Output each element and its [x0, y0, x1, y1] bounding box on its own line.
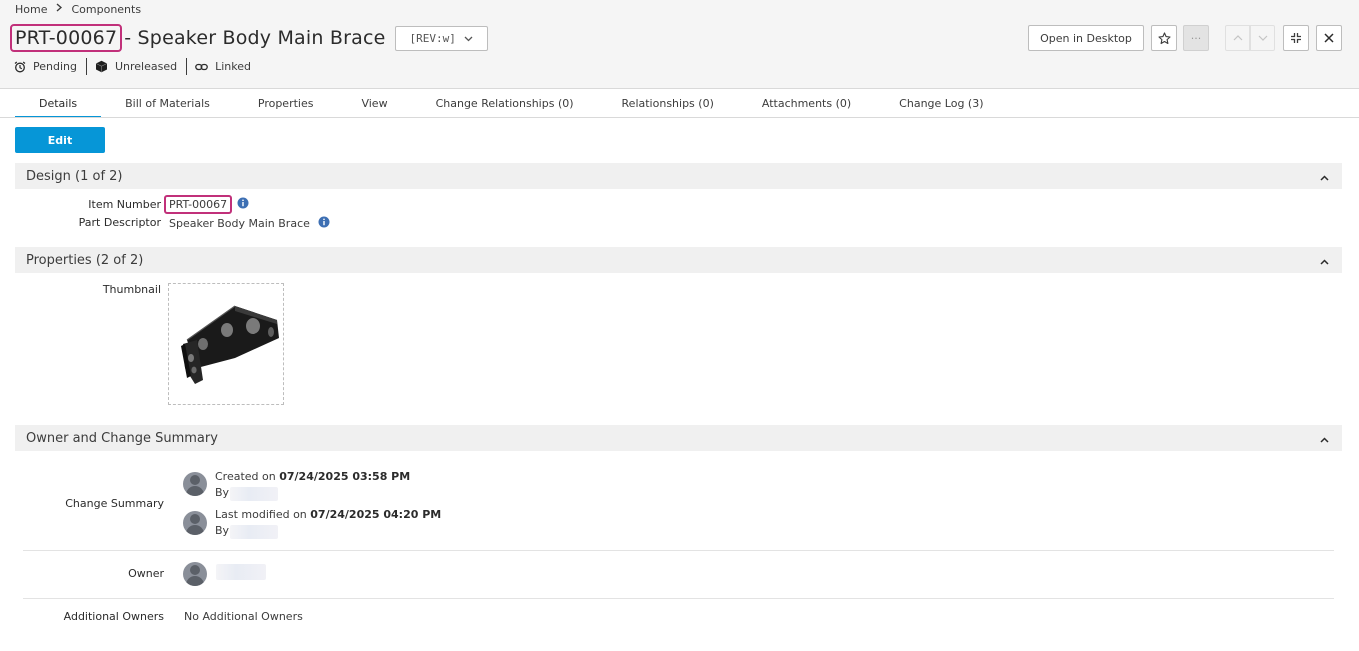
avatar — [183, 562, 207, 586]
tab-bar: Details Bill of Materials Properties Vie… — [15, 91, 1008, 118]
release-label: Unreleased — [114, 60, 178, 73]
chevron-down-icon — [1258, 35, 1267, 41]
page-title: PRT-00067 - Speaker Body Main Brace [REV… — [10, 23, 488, 53]
close-button[interactable] — [1316, 25, 1342, 51]
created-date: 07/24/2025 03:58 PM — [279, 470, 411, 483]
change-summary-label: Change Summary — [65, 497, 164, 510]
modified-date: 07/24/2025 04:20 PM — [310, 508, 442, 521]
tab-view[interactable]: View — [337, 91, 411, 118]
info-icon[interactable] — [318, 216, 330, 231]
owner-label: Owner — [128, 567, 164, 580]
item-number-value: PRT-00067 — [164, 195, 233, 214]
part-descriptor-field: Speaker Body Main Brace — [169, 216, 330, 231]
info-icon[interactable] — [237, 197, 249, 212]
chevron-right-icon — [56, 3, 63, 17]
next-item-button[interactable] — [1250, 25, 1275, 51]
created-by: By — [215, 486, 229, 499]
chevron-up-icon[interactable] — [1320, 170, 1329, 185]
redacted-user-name — [230, 525, 278, 539]
additional-owners-label: Additional Owners — [63, 610, 164, 623]
by-label: By — [215, 486, 230, 499]
avatar — [183, 472, 207, 496]
chevron-up-icon[interactable] — [1320, 432, 1329, 447]
additional-owners-value: No Additional Owners — [184, 610, 303, 623]
breadcrumb-components[interactable]: Components — [71, 3, 141, 17]
created-info: Created on 07/24/2025 03:58 PM — [215, 470, 410, 483]
item-number-label: Item Number — [88, 198, 161, 211]
divider — [85, 58, 87, 75]
cube-icon — [95, 60, 108, 73]
part-descriptor-value: Speaker Body Main Brace — [169, 217, 310, 230]
modified-info: Last modified on 07/24/2025 04:20 PM — [215, 508, 441, 521]
created-prefix: Created on — [215, 470, 276, 483]
part-descriptor-label: Part Descriptor — [78, 216, 161, 229]
release-status: Unreleased — [95, 60, 177, 73]
chevron-up-icon[interactable] — [1320, 254, 1329, 269]
divider — [186, 58, 188, 75]
section-owner-header[interactable]: Owner and Change Summary — [15, 425, 1342, 451]
status-row: Pending Unreleased Linked — [14, 58, 251, 75]
more-actions-button[interactable]: ··· — [1183, 25, 1209, 51]
tab-properties[interactable]: Properties — [234, 91, 338, 118]
lifecycle-status: Pending — [14, 60, 77, 73]
collapse-view-button[interactable] — [1283, 25, 1309, 51]
link-label: Linked — [215, 60, 251, 73]
breadcrumb: Home Components — [15, 3, 141, 17]
thumbnail-image[interactable] — [168, 283, 284, 405]
tab-bill-of-materials[interactable]: Bill of Materials — [101, 91, 234, 118]
item-title: - Speaker Body Main Brace — [124, 27, 386, 49]
tab-relationships[interactable]: Relationships (0) — [598, 91, 738, 118]
previous-item-button[interactable] — [1225, 25, 1250, 51]
divider — [23, 550, 1334, 551]
link-icon — [195, 63, 208, 70]
section-design-header[interactable]: Design (1 of 2) — [15, 163, 1342, 189]
chevron-down-icon — [464, 32, 473, 45]
revision-select[interactable]: [REV:w] — [394, 25, 488, 51]
by-label: By — [215, 524, 230, 537]
favorite-button[interactable] — [1151, 25, 1177, 51]
tab-attachments[interactable]: Attachments (0) — [738, 91, 875, 118]
tab-divider — [0, 117, 1359, 118]
item-number-title: PRT-00067 — [10, 24, 123, 52]
section-title: Properties (2 of 2) — [26, 252, 144, 268]
tab-change-log[interactable]: Change Log (3) — [875, 91, 1007, 118]
section-properties-header[interactable]: Properties (2 of 2) — [15, 247, 1342, 273]
modified-by: By — [215, 524, 229, 537]
breadcrumb-home[interactable]: Home — [15, 3, 47, 17]
avatar — [183, 511, 207, 535]
link-status: Linked — [195, 60, 251, 73]
edit-button[interactable]: Edit — [15, 127, 105, 153]
revision-value: [REV:w] — [409, 31, 456, 45]
redacted-user-name — [230, 487, 278, 501]
alarm-clock-icon — [14, 61, 26, 72]
section-title: Owner and Change Summary — [26, 430, 218, 446]
tab-change-relationships[interactable]: Change Relationships (0) — [412, 91, 598, 118]
close-icon — [1324, 33, 1334, 43]
bracket-part-image — [181, 305, 279, 384]
thumbnail-label: Thumbnail — [102, 283, 161, 296]
redacted-owner-name[interactable] — [216, 564, 266, 580]
page-header: Home Components PRT-00067 - Speaker Body… — [0, 0, 1359, 89]
divider — [23, 598, 1334, 599]
section-title: Design (1 of 2) — [26, 168, 123, 184]
minimize-icon — [1291, 33, 1301, 43]
star-icon — [1157, 31, 1171, 44]
lifecycle-label: Pending — [33, 60, 77, 73]
open-in-desktop-button[interactable]: Open in Desktop — [1028, 25, 1144, 51]
chevron-up-icon — [1233, 35, 1242, 41]
tab-details[interactable]: Details — [15, 91, 102, 118]
item-number-field: PRT-00067 — [164, 195, 249, 214]
modified-prefix: Last modified on — [215, 508, 307, 521]
